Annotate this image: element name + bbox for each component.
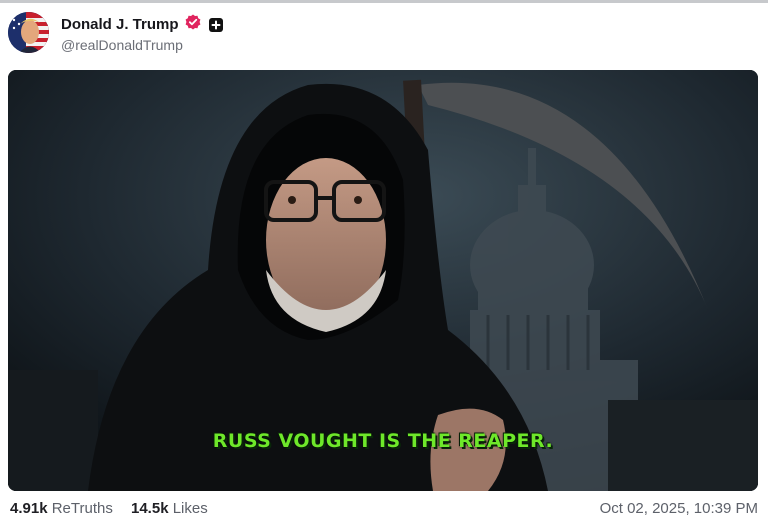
retruths-count: 4.91k	[10, 500, 48, 517]
post-timestamp[interactable]: Oct 02, 2025, 10:39 PM	[600, 500, 758, 517]
name-row: Donald J. Trump	[61, 14, 223, 35]
likes-stat[interactable]: 14.5k Likes	[131, 500, 208, 517]
image-caption: RUSS VOUGHT IS THE REAPER.	[212, 430, 554, 452]
retruths-stat[interactable]: 4.91k ReTruths	[10, 500, 113, 517]
likes-count: 14.5k	[131, 500, 169, 517]
author-name[interactable]: Donald J. Trump	[61, 16, 179, 33]
author-handle[interactable]: @realDonaldTrump	[61, 37, 183, 53]
retruths-label: ReTruths	[51, 500, 113, 517]
avatar[interactable]	[8, 12, 49, 53]
post-header: Donald J. Trump @realDonaldTrump	[8, 12, 748, 56]
post-image[interactable]: RUSS VOUGHT IS THE REAPER.	[8, 70, 758, 491]
plus-badge-icon	[208, 17, 223, 32]
post-footer: 4.91k ReTruths 14.5k Likes Oct 02, 2025,…	[10, 500, 760, 522]
verified-badge-icon	[185, 14, 201, 35]
likes-label: Likes	[172, 500, 208, 517]
top-divider	[0, 0, 768, 3]
